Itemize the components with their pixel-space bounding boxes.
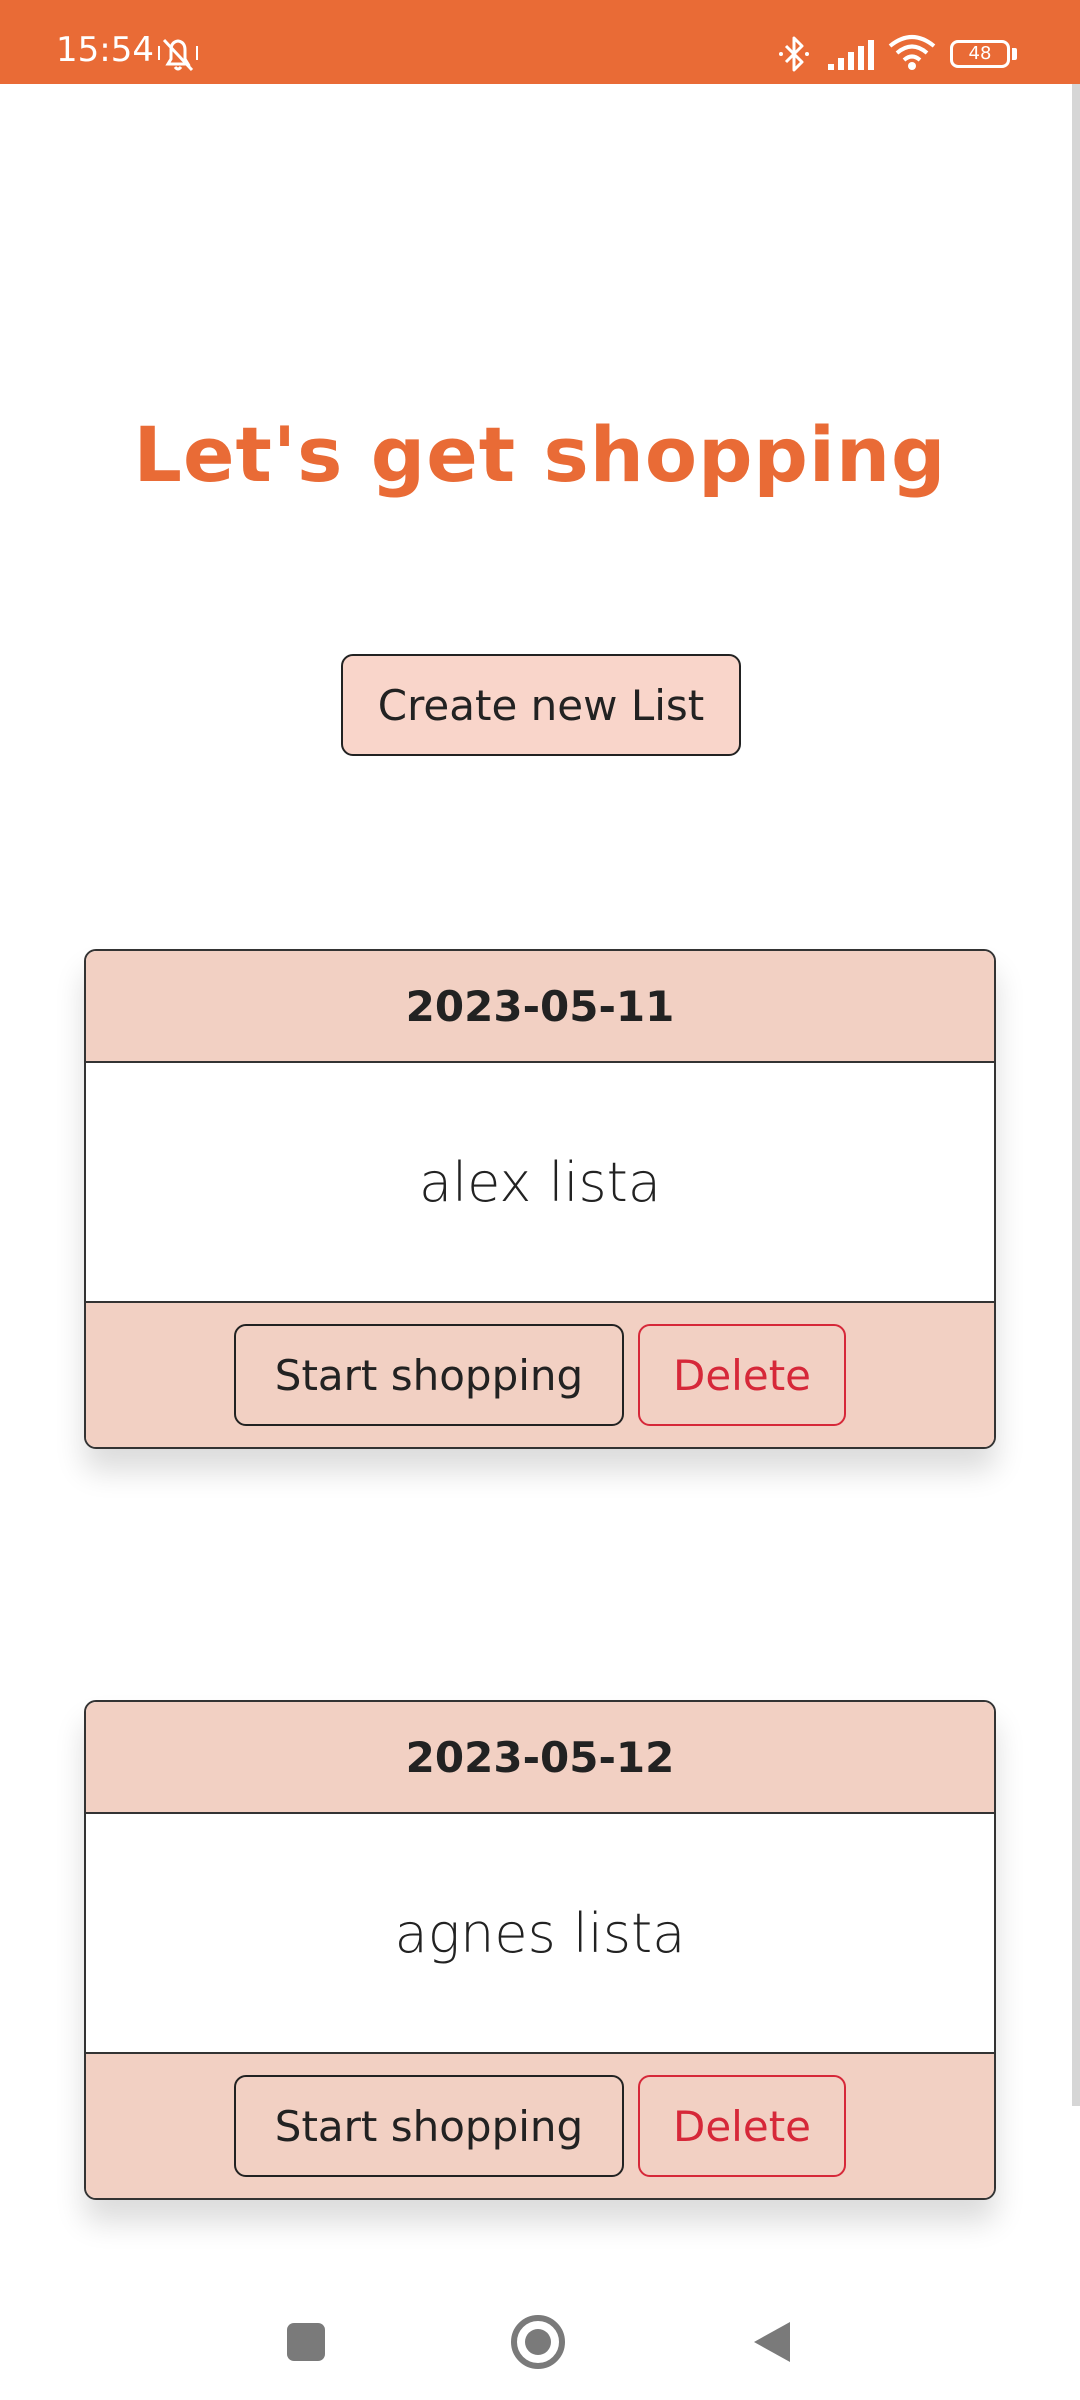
status-time: 15:54 bbox=[56, 30, 154, 70]
list-card: 2023-05-11 alex lista Start shopping Del… bbox=[84, 949, 996, 1449]
wifi-icon bbox=[888, 35, 936, 70]
create-new-list-button[interactable]: Create new List bbox=[341, 654, 741, 756]
bluetooth-icon bbox=[779, 36, 809, 72]
navigation-bar bbox=[0, 2280, 1080, 2400]
list-date: 2023-05-12 bbox=[86, 1702, 994, 1814]
battery-level: 48 bbox=[968, 43, 992, 64]
start-shopping-button[interactable]: Start shopping bbox=[234, 2075, 624, 2177]
battery-icon: 48 bbox=[950, 40, 1010, 68]
list-date: 2023-05-11 bbox=[86, 951, 994, 1063]
page-scrollbar[interactable] bbox=[1072, 84, 1080, 2106]
list-name: agnes lista bbox=[86, 1814, 994, 2052]
mute-icon bbox=[158, 38, 198, 72]
list-actions: Start shopping Delete bbox=[86, 1301, 994, 1447]
home-icon[interactable] bbox=[508, 2312, 568, 2372]
delete-button[interactable]: Delete bbox=[638, 2075, 846, 2177]
start-shopping-button[interactable]: Start shopping bbox=[234, 1324, 624, 1426]
signal-icon bbox=[828, 40, 874, 70]
list-name: alex lista bbox=[86, 1063, 994, 1301]
recents-icon[interactable] bbox=[284, 2320, 328, 2364]
back-icon[interactable] bbox=[750, 2318, 794, 2366]
list-actions: Start shopping Delete bbox=[86, 2052, 994, 2198]
status-bar: 15:54 48 bbox=[0, 0, 1080, 84]
battery-tip bbox=[1012, 48, 1017, 60]
list-card: 2023-05-12 agnes lista Start shopping De… bbox=[84, 1700, 996, 2200]
page-title: Let's get shopping bbox=[133, 410, 947, 499]
delete-button[interactable]: Delete bbox=[638, 1324, 846, 1426]
